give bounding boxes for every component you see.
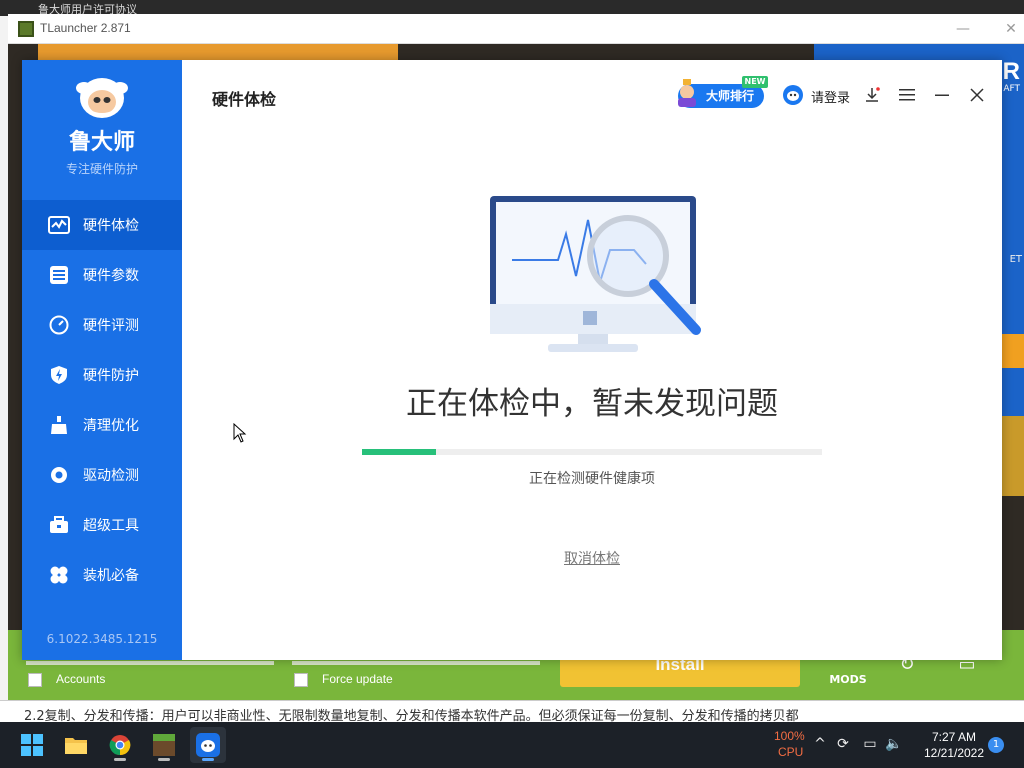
tlauncher-side-image <box>1000 416 1024 496</box>
ludashi-slogan: 专注硬件防护 <box>65 162 138 176</box>
nav-label: 硬件防护 <box>83 368 139 384</box>
ranking-avatar-icon <box>678 79 696 107</box>
cpu-label: CPU <box>778 745 804 759</box>
file-explorer-icon <box>65 738 87 754</box>
clock[interactable]: 7:27 AM 12/21/2022 <box>908 729 1000 761</box>
gear-icon <box>48 464 70 486</box>
login-link[interactable]: 请登录 <box>811 87 850 106</box>
nav-label: 硬件评测 <box>83 318 139 334</box>
nav-label: 驱动检测 <box>83 468 139 484</box>
ludashi-logo-text: 鲁大师 <box>68 130 135 155</box>
running-indicator <box>202 758 214 761</box>
tlauncher-app-icon <box>18 21 34 37</box>
status-title: 正在体检中，暂未发现问题 <box>406 386 778 422</box>
clock-date: 12/21/2022 <box>923 746 985 760</box>
nav-hardware-protect[interactable]: 硬件防护 <box>22 350 182 400</box>
clover-icon <box>48 564 70 586</box>
tlauncher-close-button[interactable]: ✕ <box>996 18 1024 40</box>
minecraft-icon <box>153 734 175 756</box>
close-button[interactable] <box>967 85 987 105</box>
brand-letter: R <box>1002 58 1020 85</box>
sidebar: 鲁大师 专注硬件防护 硬件体检 硬件参数 硬件评测 硬件防护 清理优化 驱动检测… <box>22 60 182 660</box>
user-avatar-icon[interactable] <box>782 84 804 106</box>
toolbox-icon <box>48 514 70 536</box>
minimize-button[interactable] <box>932 85 952 105</box>
panel-side-text: ET <box>1009 254 1022 265</box>
monitor-scan-illustration <box>490 196 701 352</box>
nav-label: 清理优化 <box>83 418 139 434</box>
accounts-label: Accounts <box>56 672 106 686</box>
taskbar-chrome[interactable] <box>102 727 138 763</box>
nav-label: 硬件参数 <box>83 268 139 284</box>
cpu-percent[interactable]: 100% <box>774 729 805 743</box>
download-button[interactable] <box>862 85 882 105</box>
accounts-checkbox[interactable] <box>28 673 42 687</box>
force-update-checkbox[interactable] <box>294 673 308 687</box>
volume-icon[interactable]: 🔈 <box>884 734 904 754</box>
clock-time: 7:27 AM <box>931 730 977 744</box>
nav-hardware-checkup[interactable]: 硬件体检 <box>22 200 182 250</box>
nav-label: 硬件体检 <box>83 218 139 234</box>
hamburger-icon <box>899 89 915 101</box>
running-indicator <box>114 758 126 761</box>
accounts-field[interactable] <box>26 661 274 665</box>
mouse-cursor-icon <box>233 423 247 443</box>
nav-essentials[interactable]: 装机必备 <box>22 550 182 600</box>
nav-driver-check[interactable]: 驱动检测 <box>22 450 182 500</box>
network-icon[interactable]: ▭ <box>860 734 880 754</box>
nav-label: 超级工具 <box>83 518 139 534</box>
notification-badge[interactable]: 1 <box>988 737 1004 753</box>
gauge-icon <box>48 314 70 336</box>
page-title: 硬件体检 <box>212 90 277 109</box>
tlauncher-title: TLauncher 2.871 <box>40 21 131 35</box>
nav-super-tools[interactable]: 超级工具 <box>22 500 182 550</box>
ludashi-window: 鲁大师 专注硬件防护 硬件体检 硬件参数 硬件评测 硬件防护 清理优化 驱动检测… <box>22 60 1002 660</box>
screen: 鲁大师用户许可协议 TLauncher 2.871 — ✕ R AFT ET A… <box>0 0 1024 768</box>
nav-hardware-benchmark[interactable]: 硬件评测 <box>22 300 182 350</box>
start-button[interactable] <box>14 727 50 763</box>
pulse-icon <box>48 214 70 236</box>
new-badge: NEW <box>742 76 768 88</box>
shield-bolt-icon <box>48 364 70 386</box>
running-indicator <box>158 758 170 761</box>
taskbar: 100% CPU ^ ⟳ ▭ 🔈 7:27 AM 12/21/2022 1 <box>0 722 1024 768</box>
ludashi-logo-icon <box>76 78 128 118</box>
nav-label: 装机必备 <box>83 568 139 584</box>
sync-icon[interactable]: ⟳ <box>833 734 853 754</box>
license-text-line: 2.2复制、分发和传播：用户可以非商业性、无限制数量地复制、分发和传播本软件产品… <box>0 700 1024 724</box>
version-text: 6.1022.3485.1215 <box>46 632 158 646</box>
progress-fill <box>362 449 436 455</box>
download-icon <box>866 87 880 102</box>
progress-bar <box>362 449 822 455</box>
cancel-checkup-link[interactable]: 取消体检 <box>182 548 1002 568</box>
chevron-up-icon[interactable]: ^ <box>810 734 830 754</box>
ludashi-icon <box>196 733 220 757</box>
menu-button[interactable] <box>897 85 917 105</box>
windows-start-icon <box>21 734 43 756</box>
nav-hardware-params[interactable]: 硬件参数 <box>22 250 182 300</box>
version-field[interactable] <box>292 661 540 665</box>
taskbar-ludashi[interactable] <box>190 727 226 763</box>
chrome-icon <box>109 735 131 756</box>
tlauncher-titlebar[interactable]: TLauncher 2.871 — ✕ <box>8 14 1024 44</box>
sidebar-nav: 硬件体检 硬件参数 硬件评测 硬件防护 清理优化 驱动检测 超级工具 装机必备 <box>22 200 182 600</box>
close-icon <box>970 88 984 102</box>
sliders-icon <box>48 264 70 286</box>
force-update-label: Force update <box>322 672 393 686</box>
nav-clean-optimize[interactable]: 清理优化 <box>22 400 182 450</box>
broom-icon <box>48 414 70 436</box>
brand-sub: AFT <box>1003 84 1020 94</box>
minimize-icon <box>935 94 949 96</box>
taskbar-file-explorer[interactable] <box>58 727 94 763</box>
taskbar-minecraft[interactable] <box>146 727 182 763</box>
status-subtitle: 正在检测硬件健康项 <box>529 471 655 487</box>
tlauncher-maximize-button[interactable] <box>952 18 982 40</box>
